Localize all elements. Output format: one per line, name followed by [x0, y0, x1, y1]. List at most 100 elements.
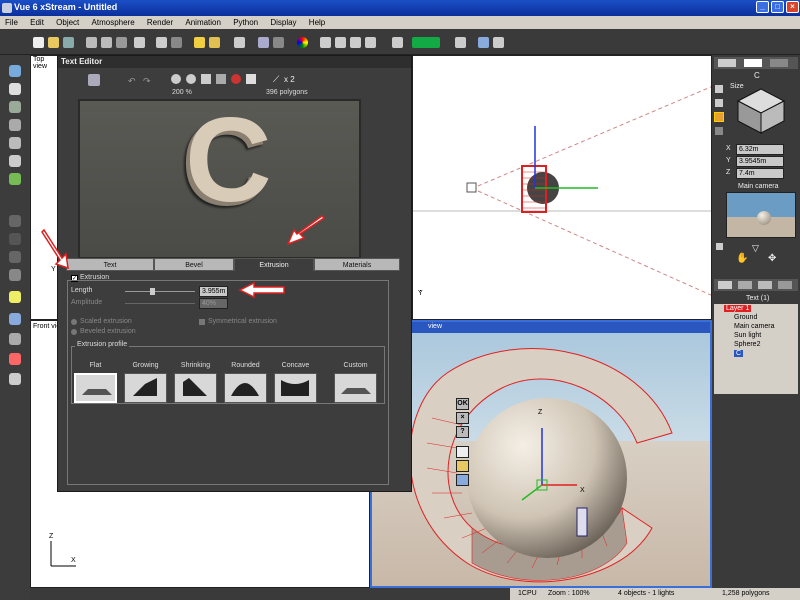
pan-hand-icon[interactable]: ✋: [736, 253, 748, 264]
cut-icon[interactable]: [86, 37, 97, 48]
render-options-icon[interactable]: [273, 37, 284, 48]
twist-icon[interactable]: [715, 127, 723, 135]
maximize-button[interactable]: □: [771, 1, 784, 13]
tab-extrusion[interactable]: Extrusion: [234, 258, 314, 271]
camera-icon[interactable]: [392, 37, 403, 48]
zoom-out-preview-icon[interactable]: [186, 74, 196, 84]
profile-custom-button[interactable]: [334, 373, 377, 403]
text-tool-icon[interactable]: [9, 83, 21, 95]
cloud-icon[interactable]: [9, 155, 21, 167]
zoom-in-preview-icon[interactable]: [171, 74, 181, 84]
size-widget-cube-icon[interactable]: [734, 85, 788, 137]
tree-sphere2[interactable]: Sphere2: [734, 341, 760, 348]
polygon-multiplier-icon[interactable]: ⟋: [273, 74, 279, 85]
zoom-icon[interactable]: [320, 37, 331, 48]
metablob-icon[interactable]: [9, 233, 21, 245]
tree-c[interactable]: C: [734, 350, 744, 357]
profile-growing-button[interactable]: [124, 373, 167, 403]
delete-icon[interactable]: [134, 37, 145, 48]
render-icon[interactable]: [258, 37, 269, 48]
menu-animation[interactable]: Animation: [180, 16, 226, 27]
undo-text-icon[interactable]: ↶: [128, 76, 136, 87]
move-camera-icon[interactable]: ✥: [768, 253, 776, 264]
tree-layer[interactable]: Layer 1: [724, 305, 752, 312]
objects-tab-icon[interactable]: [718, 281, 732, 289]
cylinder-icon[interactable]: [9, 137, 21, 149]
help-button[interactable]: ?: [456, 426, 469, 438]
close-button[interactable]: ×: [786, 1, 799, 13]
save-icon[interactable]: [63, 37, 74, 48]
tree-main-camera[interactable]: Main camera: [734, 323, 774, 330]
new-text-icon[interactable]: [456, 446, 469, 458]
profile-concave-button[interactable]: [274, 373, 317, 403]
camera-list-icon[interactable]: [716, 243, 723, 250]
open-font-icon[interactable]: [88, 74, 100, 86]
aspect-tab-icon[interactable]: [718, 59, 736, 67]
menu-display[interactable]: Display: [265, 16, 301, 27]
clapper-icon[interactable]: [455, 37, 466, 48]
camera-preview[interactable]: [726, 192, 796, 238]
plant-editor-icon[interactable]: [9, 333, 21, 345]
camera-tool-icon[interactable]: [9, 313, 21, 325]
menu-atmosphere[interactable]: Atmosphere: [87, 16, 140, 27]
tab-materials[interactable]: Materials: [314, 258, 400, 271]
group-icon[interactable]: [9, 251, 21, 263]
timeline-icon[interactable]: [412, 37, 440, 48]
menu-file[interactable]: File: [0, 16, 23, 27]
profile-shrinking-button[interactable]: [174, 373, 217, 403]
redo-icon[interactable]: [171, 37, 182, 48]
hyperblob-icon[interactable]: [9, 269, 21, 281]
layout-icon[interactable]: [478, 37, 489, 48]
menu-help[interactable]: Help: [304, 16, 330, 27]
length-slider-track[interactable]: [125, 291, 195, 292]
size-icon[interactable]: [714, 112, 724, 122]
load-text-icon[interactable]: [456, 460, 469, 472]
length-field[interactable]: 3.955m: [199, 286, 228, 297]
cancel-button[interactable]: ×: [456, 412, 469, 424]
plant-icon[interactable]: [9, 173, 21, 185]
polygon-multiplier[interactable]: x 2: [284, 75, 295, 84]
hand-icon[interactable]: [246, 74, 256, 84]
new-icon[interactable]: [33, 37, 44, 48]
materials-tab-icon[interactable]: [738, 281, 752, 289]
tree-sun-light[interactable]: Sun light: [734, 332, 761, 339]
links-tab-icon[interactable]: [758, 281, 772, 289]
redo-text-icon[interactable]: ↷: [143, 76, 151, 87]
material-icon[interactable]: [9, 353, 21, 365]
tab-bevel[interactable]: Bevel: [154, 258, 234, 271]
animation-tab-icon[interactable]: [770, 59, 788, 67]
cube-icon[interactable]: [9, 119, 21, 131]
camera-light-icon[interactable]: ▽: [752, 243, 759, 254]
zoom-fit-icon[interactable]: [365, 37, 376, 48]
profile-rounded-button[interactable]: [224, 373, 267, 403]
move-icon[interactable]: [715, 85, 723, 93]
z-field[interactable]: 7.4m: [736, 168, 784, 179]
open-icon[interactable]: [48, 37, 59, 48]
menu-render[interactable]: Render: [142, 16, 178, 27]
fullscreen-icon[interactable]: [493, 37, 504, 48]
menu-python[interactable]: Python: [228, 16, 263, 27]
main-camera-viewport[interactable]: view Z X: [370, 320, 712, 588]
tab-text[interactable]: Text: [66, 258, 154, 271]
terrain-icon[interactable]: [9, 101, 21, 113]
grid-icon[interactable]: [216, 74, 226, 84]
menu-object[interactable]: Object: [51, 16, 84, 27]
boolean-icon[interactable]: [9, 215, 21, 227]
paste-icon[interactable]: [116, 37, 127, 48]
menu-edit[interactable]: Edit: [25, 16, 49, 27]
library-tab-icon[interactable]: [778, 281, 792, 289]
minimize-button[interactable]: _: [756, 1, 769, 13]
tree-ground[interactable]: Ground: [734, 314, 757, 321]
render-area-icon[interactable]: [9, 373, 21, 385]
atmosphere-icon[interactable]: [194, 37, 205, 48]
rotate-icon[interactable]: [715, 99, 723, 107]
undo-icon[interactable]: [156, 37, 167, 48]
sky-icon[interactable]: [209, 37, 220, 48]
color-icon[interactable]: [297, 37, 308, 48]
render-preview-icon[interactable]: [231, 74, 241, 84]
save-text-icon[interactable]: [456, 474, 469, 486]
top-view-viewport[interactable]: Top view Y: [30, 55, 60, 320]
object-icon[interactable]: [234, 37, 245, 48]
light-icon[interactable]: [9, 291, 21, 303]
zoom-fit-preview-icon[interactable]: [201, 74, 211, 84]
